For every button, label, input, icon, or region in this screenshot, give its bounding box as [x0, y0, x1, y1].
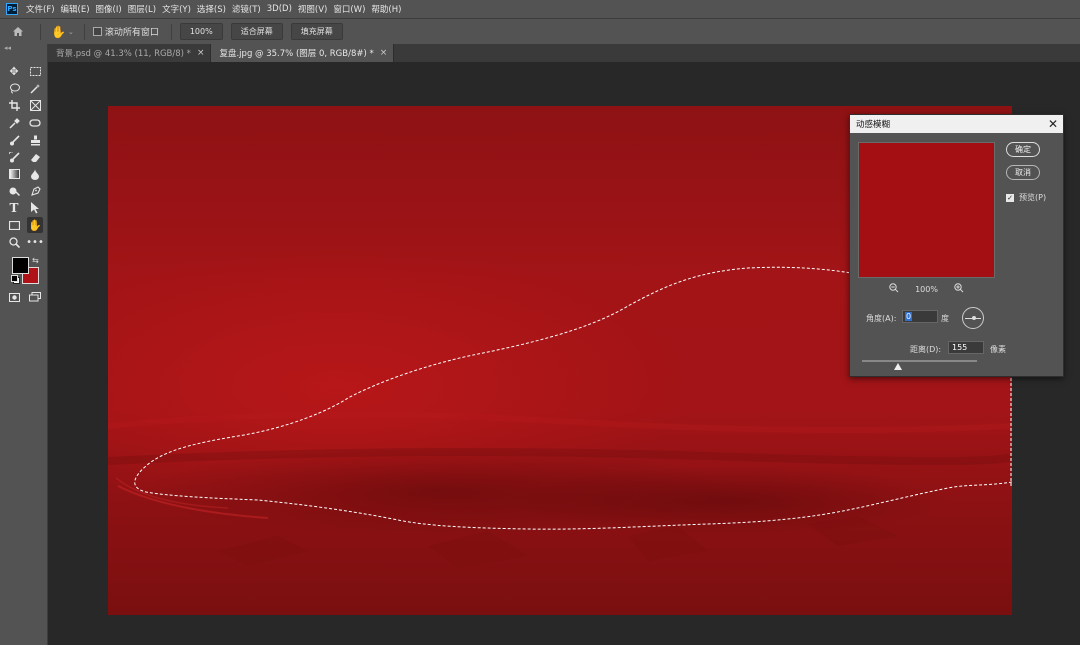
toolbox: ◂◂ ✥ T ✋ ••• ⇆	[0, 44, 48, 645]
rectangle-icon[interactable]	[6, 217, 22, 233]
fit-screen-button[interactable]: 适合屏幕	[230, 23, 283, 40]
checkmark-icon: ✓	[1006, 193, 1014, 202]
path-select-icon[interactable]	[27, 200, 43, 216]
menu-type[interactable]: 文字(Y)	[162, 3, 197, 15]
hand-tool-preset[interactable]: ✋ ⌄	[51, 25, 74, 39]
tab-fupan-jpg[interactable]: 复盘.jpg @ 35.7% (图层 0, RGB/8#) * ×	[211, 44, 395, 62]
zoom-100-button[interactable]: 100%	[179, 23, 223, 40]
menu-window[interactable]: 窗口(W)	[333, 3, 371, 15]
angle-unit: 度	[941, 314, 949, 323]
distance-label: 距离(D):	[910, 345, 942, 354]
menu-bar: Ps 文件(F) 编辑(E) 图像(I) 图层(L) 文字(Y) 选择(S) 滤…	[0, 0, 1080, 18]
crop-icon[interactable]	[6, 97, 22, 113]
distance-value: 155	[952, 343, 968, 352]
swap-colors-icon[interactable]: ⇆	[32, 256, 39, 265]
quick-mask-icon[interactable]	[6, 289, 22, 305]
distance-slider-track[interactable]	[862, 360, 977, 362]
divider	[83, 23, 85, 40]
angle-input[interactable]: 0	[902, 310, 938, 323]
options-bar: ✋ ⌄ 滚动所有窗口 100% 适合屏幕 填充屏幕	[0, 18, 1080, 44]
stamp-icon[interactable]	[27, 132, 43, 148]
preview-checkbox[interactable]: ✓ 预览(P)	[1006, 192, 1046, 203]
magic-wand-icon[interactable]	[27, 80, 43, 96]
collapse-arrows-icon[interactable]: ◂◂	[4, 44, 11, 52]
screen-mode-icon[interactable]	[27, 289, 43, 305]
menu-3d[interactable]: 3D(D)	[267, 4, 298, 14]
preview-label: 预览(P)	[1019, 193, 1047, 202]
angle-dial-center	[972, 316, 976, 320]
distance-slider-thumb[interactable]	[893, 363, 902, 370]
menu-edit[interactable]: 编辑(E)	[61, 3, 96, 15]
dialog-titlebar[interactable]: 动感模糊 ✕	[850, 115, 1063, 133]
scroll-all-windows-checkbox[interactable]: 滚动所有窗口	[92, 25, 159, 38]
zoom-out-icon[interactable]	[889, 283, 899, 296]
marquee-icon[interactable]	[27, 63, 43, 79]
checkbox-box	[92, 27, 102, 36]
blur-icon[interactable]	[27, 166, 43, 182]
menu-image[interactable]: 图像(I)	[96, 3, 128, 15]
divider	[170, 23, 172, 40]
distance-unit: 像素	[990, 345, 1006, 354]
history-brush-icon[interactable]	[6, 149, 22, 165]
pen-icon[interactable]	[27, 183, 43, 199]
gradient-icon[interactable]	[6, 166, 22, 182]
close-icon[interactable]: ×	[197, 48, 205, 58]
dialog-title: 动感模糊	[856, 120, 891, 130]
lasso-icon[interactable]	[6, 80, 22, 96]
angle-dial[interactable]	[962, 307, 984, 329]
scroll-all-windows-label: 滚动所有窗口	[104, 28, 159, 38]
more-icon[interactable]: •••	[26, 234, 44, 250]
move-icon[interactable]: ✥	[6, 63, 22, 79]
tab-background-psd[interactable]: 背景.psd @ 41.3% (11, RGB/8) * ×	[48, 44, 212, 62]
home-icon[interactable]	[0, 26, 36, 37]
foreground-color-swatch[interactable]	[12, 257, 29, 274]
close-icon[interactable]: ✕	[1048, 117, 1058, 131]
cancel-button[interactable]: 取消	[1006, 165, 1040, 180]
menu-layer[interactable]: 图层(L)	[128, 3, 162, 15]
preview-zoom-value: 100%	[915, 285, 938, 294]
distance-input[interactable]: 155	[948, 341, 984, 354]
spot-heal-icon[interactable]	[27, 115, 43, 131]
menu-help[interactable]: 帮助(H)	[371, 3, 407, 15]
angle-value: 0	[905, 312, 913, 321]
motion-blur-dialog: 动感模糊 ✕ 100% 确定 取消 ✓ 预览(P) 角度(A): 0 度 距离(…	[849, 114, 1064, 377]
menu-filter[interactable]: 滤镜(T)	[232, 3, 267, 15]
angle-label: 角度(A):	[866, 314, 897, 323]
default-colors-icon[interactable]	[11, 275, 20, 284]
chevron-down-icon: ⌄	[67, 27, 74, 36]
preview-zoom-controls: 100%	[858, 283, 995, 296]
menu-select[interactable]: 选择(S)	[197, 3, 232, 15]
document-tabs: 背景.psd @ 41.3% (11, RGB/8) * × 复盘.jpg @ …	[48, 44, 1080, 62]
hand-icon[interactable]: ✋	[27, 217, 43, 233]
eraser-icon[interactable]	[27, 149, 43, 165]
dodge-icon[interactable]	[6, 183, 22, 199]
ok-button[interactable]: 确定	[1006, 142, 1040, 157]
divider	[40, 23, 41, 40]
eyedropper-icon[interactable]	[6, 115, 22, 131]
tab-label: 复盘.jpg @ 35.7% (图层 0, RGB/8#) *	[219, 49, 374, 59]
close-icon[interactable]: ×	[380, 48, 388, 58]
menu-view[interactable]: 视图(V)	[298, 3, 333, 15]
zoom-icon[interactable]	[6, 234, 22, 250]
photoshop-logo-icon[interactable]: Ps	[6, 3, 18, 15]
tab-label: 背景.psd @ 41.3% (11, RGB/8) *	[56, 49, 191, 59]
hand-icon: ✋	[51, 24, 66, 39]
zoom-in-icon[interactable]	[954, 283, 964, 296]
frame-icon[interactable]	[27, 97, 43, 113]
fill-screen-button[interactable]: 填充屏幕	[290, 23, 343, 40]
brush-icon[interactable]	[6, 132, 22, 148]
filter-preview[interactable]	[858, 142, 995, 278]
menu-file[interactable]: 文件(F)	[26, 3, 61, 15]
type-icon[interactable]: T	[6, 200, 22, 216]
